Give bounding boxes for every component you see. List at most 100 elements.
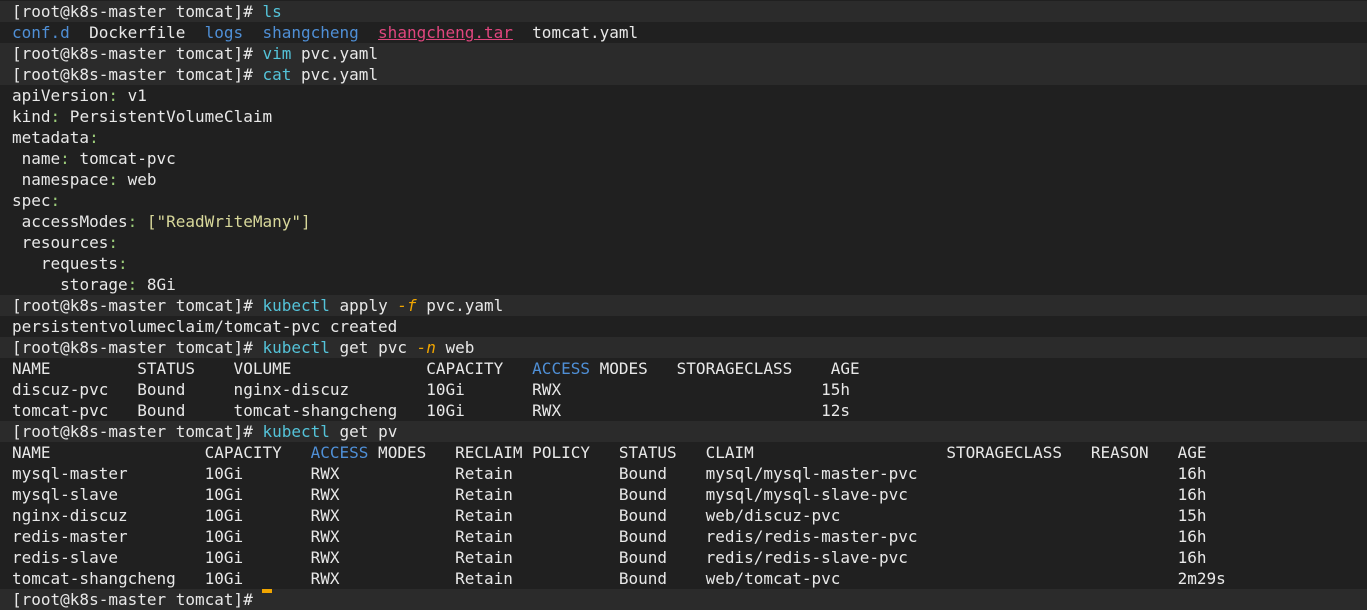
yaml-key: spec [12, 191, 51, 210]
shell-prompt: [root@k8s-master tomcat]# [12, 296, 253, 315]
prompt-line: [root@k8s-master tomcat]# cat pvc.yaml [0, 64, 1367, 85]
output-text: persistentvolumeclaim/tomcat-pvc created [12, 317, 398, 336]
output-text: nginx-discuz 10Gi RWX Retain Bound web/d… [12, 506, 1207, 525]
prompt-line: [root@k8s-master tomcat]# ls [0, 1, 1367, 22]
yaml-colon: : [117, 254, 128, 273]
yaml-colon: : [108, 233, 118, 252]
command-name: cat [262, 65, 292, 84]
yaml-key: resources [21, 233, 109, 252]
yaml-key: storage [60, 275, 128, 294]
output-line: discuz-pvc Bound nginx-discuz 10Gi RWX 1… [0, 379, 1367, 400]
yaml-key: name [21, 149, 61, 168]
yaml-key: requests [40, 254, 118, 273]
output-line: persistentvolumeclaim/tomcat-pvc created [0, 316, 1367, 337]
ls-entry: tomcat.yaml [532, 23, 639, 42]
text-cursor [262, 589, 273, 593]
yaml-indent [12, 212, 22, 231]
command-args: web [435, 338, 475, 357]
output-line: tomcat-pvc Bound tomcat-shangcheng 10Gi … [0, 400, 1367, 421]
shell-prompt: [root@k8s-master tomcat]# [12, 44, 253, 63]
shell-prompt: [root@k8s-master tomcat]# [12, 422, 253, 441]
command-args: pvc.yaml [291, 44, 379, 63]
yaml-value: ["ReadWriteMany"] [137, 212, 311, 231]
header-cols: NAME CAPACITY [12, 443, 311, 462]
command-name: kubectl [262, 422, 330, 441]
terminal-window[interactable]: [root@k8s-master tomcat]# ls conf.d Docke… [0, 0, 1367, 610]
yaml-line: spec: [0, 190, 1367, 211]
yaml-colon: : [60, 149, 70, 168]
output-line: mysql-master 10Gi RWX Retain Bound mysql… [0, 463, 1367, 484]
output-text: discuz-pvc Bound nginx-discuz 10Gi RWX 1… [12, 380, 851, 399]
output-text: tomcat-shangcheng 10Gi RWX Retain Bound … [12, 569, 1226, 588]
yaml-colon: : [108, 86, 118, 105]
yaml-value: 8Gi [137, 275, 176, 294]
command-name: ls [262, 2, 282, 21]
output-text: redis-master 10Gi RWX Retain Bound redis… [12, 527, 1207, 546]
header-cols: NAME STATUS VOLUME CAPACITY [12, 359, 533, 378]
command-flag: -n [416, 338, 436, 357]
yaml-line: requests: [0, 253, 1367, 274]
command-args: apply [329, 296, 398, 315]
output-line: tomcat-shangcheng 10Gi RWX Retain Bound … [0, 568, 1367, 589]
yaml-value: tomcat-pvc [69, 149, 176, 168]
yaml-line: kind: PersistentVolumeClaim [0, 106, 1367, 127]
yaml-value: web [117, 170, 157, 189]
yaml-line: storage: 8Gi [0, 274, 1367, 295]
yaml-key: namespace [21, 170, 109, 189]
command-name: vim [262, 44, 292, 63]
command-args: get pv [329, 422, 398, 441]
yaml-indent [12, 254, 41, 273]
yaml-indent [12, 233, 22, 252]
shell-prompt: [root@k8s-master tomcat]# [12, 590, 253, 609]
header-cols: MODES RECLAIM POLICY STATUS CLAIM STORAG… [368, 443, 1207, 462]
command-flag: -f [397, 296, 417, 315]
output-text: mysql-master 10Gi RWX Retain Bound mysql… [12, 464, 1207, 483]
ls-entry: logs [204, 23, 244, 42]
command-name: kubectl [262, 338, 330, 357]
ls-entry: Dockerfile [89, 23, 186, 42]
output-line: redis-master 10Gi RWX Retain Bound redis… [0, 526, 1367, 547]
yaml-colon: : [50, 107, 61, 126]
yaml-indent [12, 275, 60, 294]
output-text: mysql-slave 10Gi RWX Retain Bound mysql/… [12, 485, 1207, 504]
table-header: NAME STATUS VOLUME CAPACITY ACCESS MODES… [0, 358, 1367, 379]
table-header: NAME CAPACITY ACCESS MODES RECLAIM POLIC… [0, 442, 1367, 463]
header-cols: MODES STORAGECLASS AGE [589, 359, 860, 378]
ls-entry: conf.d [12, 23, 70, 42]
yaml-colon: : [127, 275, 138, 294]
output-line: nginx-discuz 10Gi RWX Retain Bound web/d… [0, 505, 1367, 526]
yaml-line: name: tomcat-pvc [0, 148, 1367, 169]
output-text: tomcat-pvc Bound tomcat-shangcheng 10Gi … [12, 401, 851, 420]
prompt-line: [root@k8s-master tomcat]# vim pvc.yaml [0, 43, 1367, 64]
yaml-line: apiVersion: v1 [0, 85, 1367, 106]
ls-entry: shangcheng.tar [378, 23, 513, 42]
prompt-line: [root@k8s-master tomcat]# kubectl get pv [0, 421, 1367, 442]
command-args: pvc.yaml [416, 296, 504, 315]
yaml-colon: : [108, 170, 118, 189]
yaml-colon: : [89, 128, 99, 147]
yaml-colon: : [50, 191, 61, 210]
output-line: redis-slave 10Gi RWX Retain Bound redis/… [0, 547, 1367, 568]
command-args: get pvc [329, 338, 417, 357]
header-access: ACCESS [532, 359, 590, 378]
yaml-key: apiVersion [12, 86, 109, 105]
prompt-line: [root@k8s-master tomcat]# kubectl get pv… [0, 337, 1367, 358]
yaml-line: accessModes: ["ReadWriteMany"] [0, 211, 1367, 232]
shell-prompt: [root@k8s-master tomcat]# [12, 338, 253, 357]
command-name: kubectl [262, 296, 330, 315]
prompt-line: [root@k8s-master tomcat]# kubectl apply … [0, 295, 1367, 316]
prompt-line: [root@k8s-master tomcat]# [0, 589, 1367, 610]
yaml-key: accessModes [21, 212, 128, 231]
yaml-indent [12, 149, 22, 168]
shell-prompt: [root@k8s-master tomcat]# [12, 65, 253, 84]
ls-output: conf.d Dockerfile logs shangcheng shangc… [0, 22, 1367, 43]
yaml-value: v1 [117, 86, 147, 105]
ls-entry: shangcheng [262, 23, 359, 42]
output-line: mysql-slave 10Gi RWX Retain Bound mysql/… [0, 484, 1367, 505]
